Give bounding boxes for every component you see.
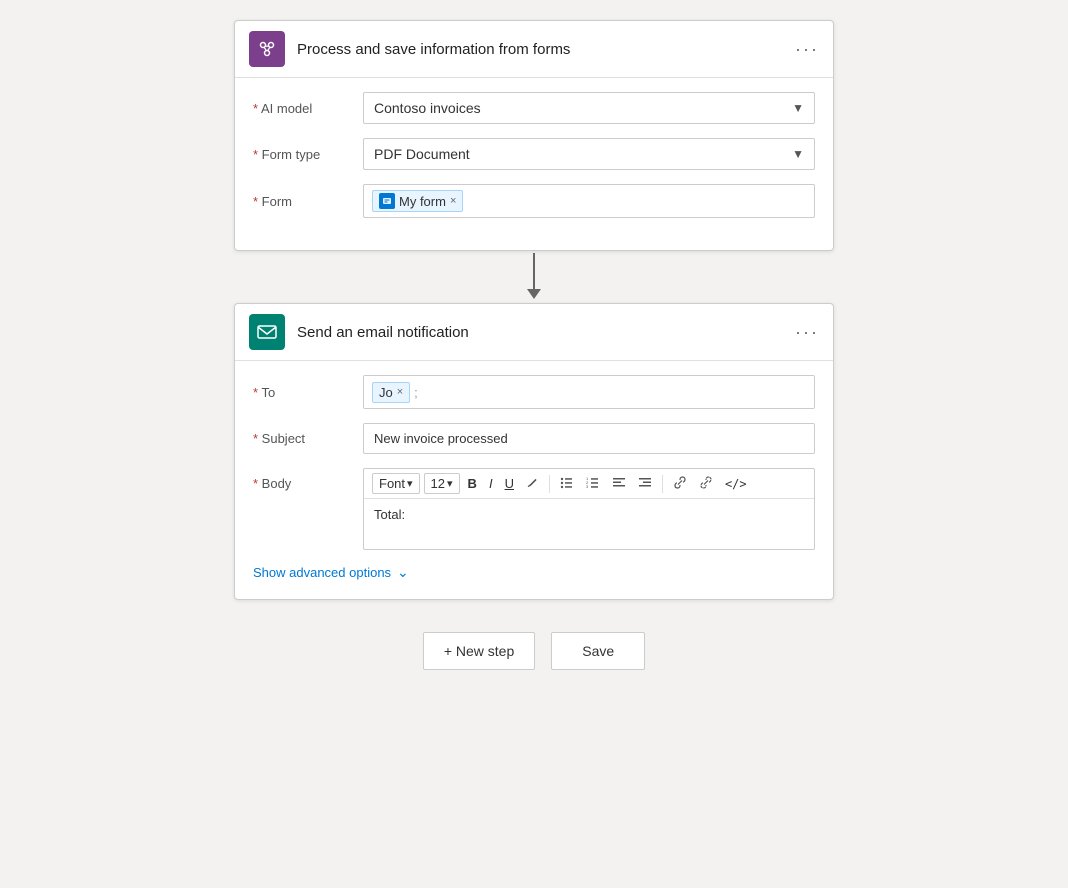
align-left-button[interactable] (608, 474, 630, 494)
field-row-ai-model: AI model Contoso invoices ▼ (253, 92, 815, 124)
subject-control (363, 423, 815, 454)
code-button[interactable]: </> (721, 475, 751, 493)
italic-button[interactable]: I (485, 474, 497, 493)
ai-model-label: AI model (253, 101, 363, 116)
font-size-selector[interactable]: 12 ▾ (424, 473, 460, 494)
form-type-value: PDF Document (374, 146, 470, 162)
unlink-button[interactable] (695, 474, 717, 494)
pen-icon (526, 476, 539, 489)
body-content-text: Total: (374, 507, 405, 522)
font-size-value: 12 (431, 476, 445, 491)
font-size-arrow-icon: ▾ (447, 477, 453, 490)
connector-line (533, 253, 535, 289)
font-arrow-icon: ▾ (407, 477, 413, 490)
subject-input[interactable] (363, 423, 815, 454)
form-tag-label: My form (399, 194, 446, 209)
unlink-icon (699, 476, 713, 489)
align-left-icon (612, 476, 626, 489)
to-tag-close-button[interactable]: × (397, 386, 403, 398)
to-tag-label: Jo (379, 385, 393, 400)
to-label: To (253, 385, 363, 400)
card-process-forms-header: Process and save information from forms … (235, 21, 833, 78)
align-right-icon (638, 476, 652, 489)
body-toolbar: Font ▾ 12 ▾ B I U (364, 469, 814, 499)
save-button[interactable]: Save (551, 632, 645, 670)
card-send-email-title: Send an email notification (297, 324, 795, 341)
card-process-forms-title: Process and save information from forms (297, 41, 795, 58)
pen-button[interactable] (522, 474, 543, 494)
form-control: My form × (363, 184, 815, 218)
form-tag-close-button[interactable]: × (450, 195, 456, 207)
svg-text:3: 3 (586, 484, 589, 489)
form-tag-icon (379, 193, 395, 209)
link-icon (673, 476, 687, 489)
field-row-form-type: Form type PDF Document ▼ (253, 138, 815, 170)
forms-icon-svg (256, 38, 278, 60)
new-step-button[interactable]: + New step (423, 632, 535, 670)
form-tag: My form × (372, 190, 463, 212)
card-send-email-body: To Jo × ; Subject (235, 361, 833, 599)
form-type-control: PDF Document ▼ (363, 138, 815, 170)
card-process-forms-body: AI model Contoso invoices ▼ Form type PD… (235, 78, 833, 250)
advanced-options-chevron-icon: ⌄ (397, 564, 409, 581)
form-type-chevron-icon: ▼ (792, 147, 804, 161)
form-type-select[interactable]: PDF Document ▼ (363, 138, 815, 170)
to-control: Jo × ; (363, 375, 815, 409)
bullet-list-button[interactable] (556, 474, 578, 494)
form-type-label: Form type (253, 147, 363, 162)
font-selector[interactable]: Font ▾ (372, 473, 420, 494)
subject-label: Subject (253, 431, 363, 446)
field-row-form: Form My form × (253, 184, 815, 218)
ai-model-control: Contoso invoices ▼ (363, 92, 815, 124)
card-send-email-header: Send an email notification ··· (235, 304, 833, 361)
ai-model-select[interactable]: Contoso invoices ▼ (363, 92, 815, 124)
numbered-list-icon: 1 2 3 (586, 476, 600, 489)
ai-model-chevron-icon: ▼ (792, 101, 804, 115)
connector-arrowhead-icon (527, 289, 541, 299)
link-button[interactable] (669, 474, 691, 494)
field-row-body: Body Font ▾ 12 ▾ B (253, 468, 815, 550)
font-label: Font (379, 476, 405, 491)
to-tag: Jo × (372, 382, 410, 403)
form-tag-logo-icon (382, 196, 392, 206)
align-right-button[interactable] (634, 474, 656, 494)
card-process-forms-icon (249, 31, 285, 67)
form-label: Form (253, 194, 363, 209)
to-separator: ; (414, 385, 418, 400)
bottom-actions: + New step Save (423, 632, 645, 670)
card-send-email-icon (249, 314, 285, 350)
to-tag-input[interactable]: Jo × ; (363, 375, 815, 409)
field-row-subject: Subject (253, 423, 815, 454)
body-control: Font ▾ 12 ▾ B I U (363, 468, 815, 550)
show-advanced-options[interactable]: Show advanced options ⌄ (253, 564, 815, 581)
toolbar-separator-1 (549, 475, 550, 493)
connector-arrow (527, 253, 541, 301)
field-row-to: To Jo × ; (253, 375, 815, 409)
form-tag-input[interactable]: My form × (363, 184, 815, 218)
underline-button[interactable]: U (501, 474, 518, 493)
card-process-forms-more-button[interactable]: ··· (795, 39, 819, 60)
body-editor[interactable]: Font ▾ 12 ▾ B I U (363, 468, 815, 550)
bullet-list-icon (560, 476, 574, 489)
body-label: Body (253, 468, 363, 491)
card-send-email-more-button[interactable]: ··· (795, 322, 819, 343)
toolbar-separator-2 (662, 475, 663, 493)
email-icon-svg (256, 321, 278, 343)
card-send-email: Send an email notification ··· To Jo × ; (234, 303, 834, 600)
bold-button[interactable]: B (464, 474, 481, 493)
numbered-list-button[interactable]: 1 2 3 (582, 474, 604, 494)
body-editor-content[interactable]: Total: (364, 499, 814, 549)
ai-model-value: Contoso invoices (374, 100, 481, 116)
card-process-forms: Process and save information from forms … (234, 20, 834, 251)
advanced-options-label: Show advanced options (253, 565, 391, 580)
